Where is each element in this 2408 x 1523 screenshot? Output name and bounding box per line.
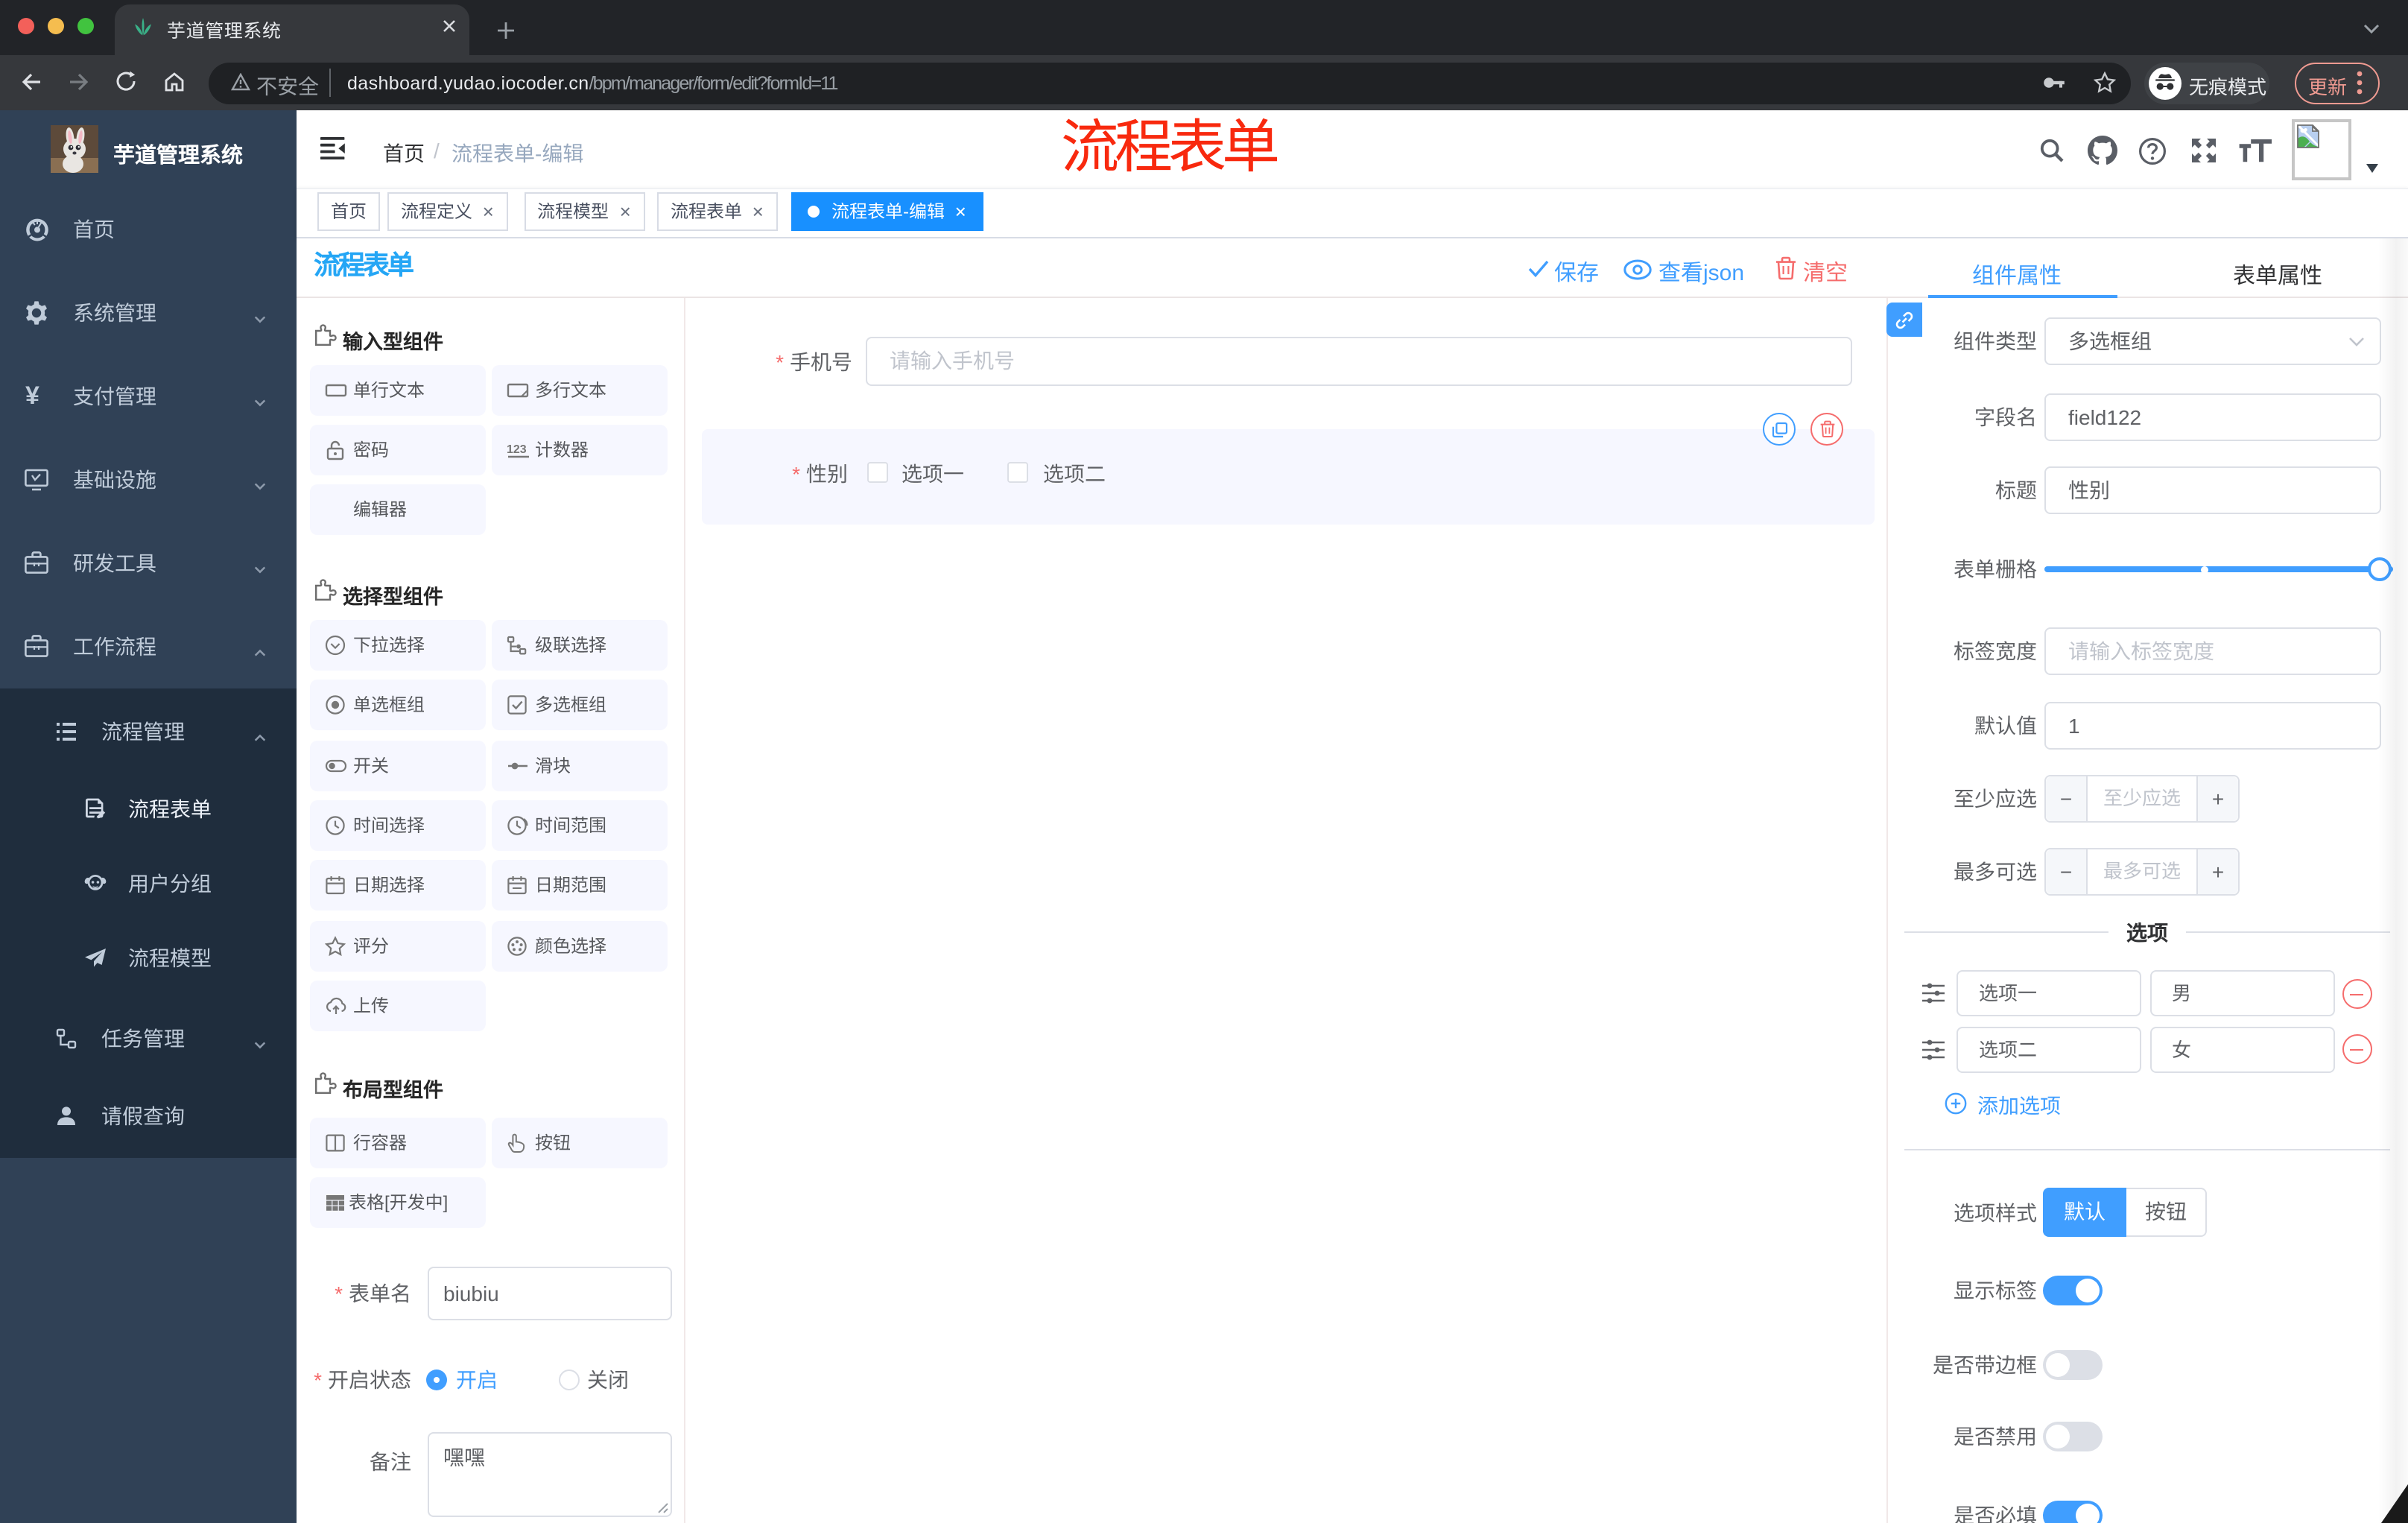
svg-text:123: 123 bbox=[507, 443, 527, 456]
